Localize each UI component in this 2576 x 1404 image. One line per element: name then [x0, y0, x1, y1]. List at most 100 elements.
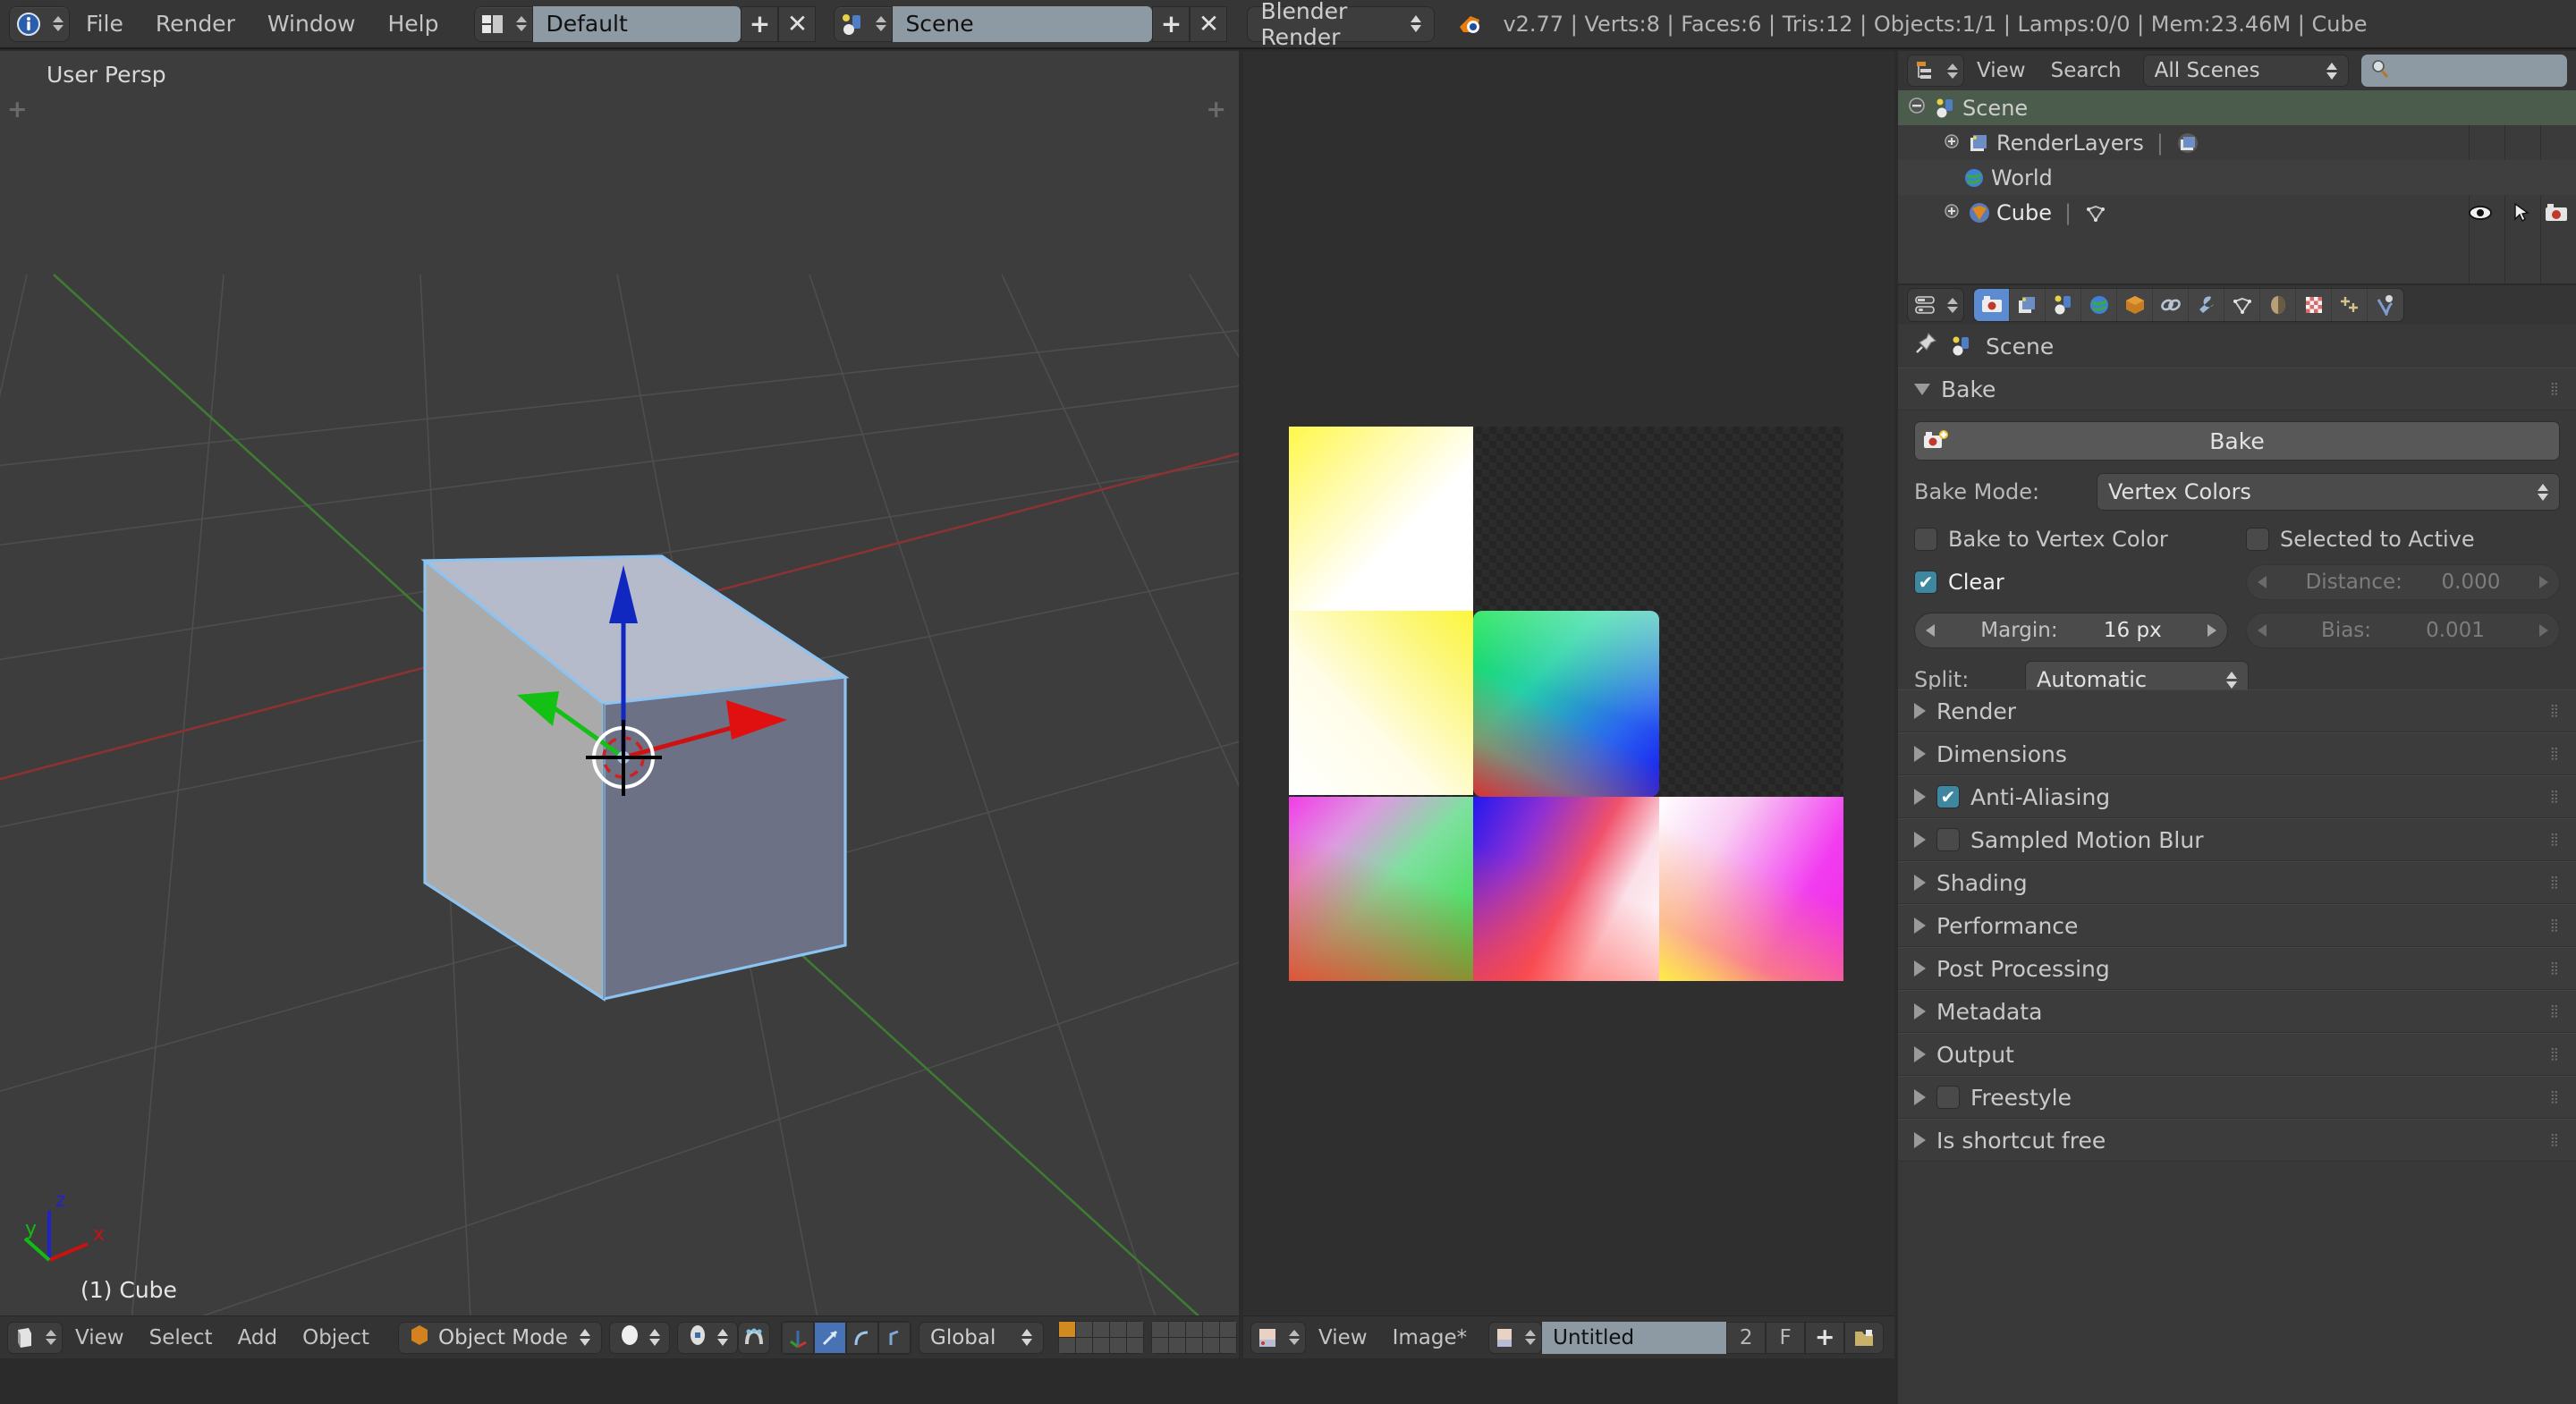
- bias-slider[interactable]: Bias: 0.001: [2246, 613, 2560, 648]
- image-menu-image[interactable]: Image*: [1380, 1326, 1480, 1349]
- search-input[interactable]: [2361, 55, 2567, 87]
- manipulator-rotate-icon[interactable]: [814, 1322, 846, 1354]
- editor-type-3dview-spinner[interactable]: [40, 1322, 62, 1354]
- layer-16[interactable]: [1152, 1338, 1168, 1353]
- margin-slider[interactable]: Margin: 16 px: [1914, 613, 2228, 648]
- panel-sampled-motion-blur[interactable]: Sampled Motion Blur ⣿: [1898, 818, 2576, 861]
- object-tab[interactable]: [2117, 288, 2153, 322]
- pivot-point-selector[interactable]: [677, 1322, 738, 1354]
- scene-selector[interactable]: [834, 6, 893, 42]
- outliner-row-world[interactable]: World: [1898, 160, 2576, 195]
- panel-post-processing[interactable]: Post Processing ⣿: [1898, 947, 2576, 990]
- scene-layers-widget[interactable]: [1058, 1321, 1237, 1354]
- layer-11[interactable]: [1059, 1338, 1075, 1353]
- renderlayers-data-icon[interactable]: [2176, 132, 2199, 154]
- panel-anti-aliasing[interactable]: Anti-Aliasing ⣿: [1898, 775, 2576, 818]
- texture-tab[interactable]: [2296, 288, 2332, 322]
- menu-file[interactable]: File: [70, 6, 140, 42]
- manipulator-extra-icon[interactable]: [878, 1322, 911, 1354]
- screen-layout-selector[interactable]: [474, 6, 533, 42]
- layer-12[interactable]: [1076, 1338, 1092, 1353]
- margin-increment-arrow[interactable]: [2207, 624, 2216, 637]
- distance-increment-arrow[interactable]: [2539, 576, 2548, 588]
- outliner-row-scene[interactable]: Scene: [1898, 90, 2576, 125]
- layer-5[interactable]: [1127, 1322, 1143, 1337]
- outliner-editor[interactable]: View Search All Scenes: [1898, 51, 2576, 283]
- editor-type-properties-spinner[interactable]: [1942, 288, 1963, 322]
- layer-7[interactable]: [1169, 1322, 1185, 1337]
- mesh-data-icon[interactable]: [2084, 202, 2107, 224]
- outliner-menu-view[interactable]: View: [1964, 59, 2038, 82]
- viewport-shading-selector[interactable]: [609, 1322, 670, 1354]
- scene-name-field[interactable]: Scene: [893, 6, 1152, 42]
- bake-panel-header[interactable]: Bake ⣿: [1898, 368, 2576, 410]
- world-tab[interactable]: [2081, 288, 2117, 322]
- bias-decrement-arrow[interactable]: [2258, 624, 2267, 637]
- bake-button[interactable]: Bake: [1914, 421, 2560, 461]
- layer-18[interactable]: [1186, 1338, 1202, 1353]
- viewport-3d[interactable]: User Persp + + z x y (1) Cube V: [0, 51, 1239, 1358]
- constraints-tab[interactable]: [2153, 288, 2189, 322]
- interaction-mode-selector[interactable]: Object Mode: [398, 1322, 602, 1354]
- properties-editor[interactable]: Scene Bake ⣿ Bake Bake Mode: Ve: [1898, 285, 2576, 1404]
- open-file-icon[interactable]: [1844, 1322, 1884, 1354]
- toolshelf-expand-left-icon[interactable]: +: [7, 96, 28, 123]
- panel-performance[interactable]: Performance ⣿: [1898, 904, 2576, 947]
- uv-image-editor[interactable]: View Image* Untitled 2 F +: [1243, 51, 1894, 1358]
- view3d-menu-add[interactable]: Add: [225, 1326, 291, 1349]
- bake-to-vertex-color-row[interactable]: Bake to Vertex Color: [1914, 527, 2228, 552]
- manipulator-translate-icon[interactable]: [782, 1322, 814, 1354]
- scene-spinner[interactable]: [870, 6, 892, 42]
- outliner-display-mode[interactable]: All Scenes: [2143, 55, 2349, 87]
- panel-is-shortcut-free[interactable]: Is shortcut free ⣿: [1898, 1119, 2576, 1162]
- scene-tab[interactable]: [2046, 288, 2081, 322]
- material-tab[interactable]: [2260, 288, 2296, 322]
- layer-17[interactable]: [1169, 1338, 1185, 1353]
- menu-help[interactable]: Help: [371, 6, 454, 42]
- panel-output[interactable]: Output ⣿: [1898, 1033, 2576, 1076]
- anti-aliasing-checkbox[interactable]: [1936, 785, 1960, 808]
- selected-to-active-row[interactable]: Selected to Active: [2246, 527, 2560, 552]
- layer-14[interactable]: [1110, 1338, 1126, 1353]
- add-screen-layout-button[interactable]: +: [741, 6, 778, 42]
- view3d-menu-select[interactable]: Select: [137, 1326, 225, 1349]
- outliner-row-cube[interactable]: Cube |: [1898, 195, 2576, 230]
- layer-6[interactable]: [1152, 1322, 1168, 1337]
- editor-type-selector-image[interactable]: [1250, 1322, 1306, 1354]
- layer-10[interactable]: [1220, 1322, 1236, 1337]
- cursor-arrow-icon[interactable]: [2512, 202, 2531, 224]
- bias-increment-arrow[interactable]: [2539, 624, 2548, 637]
- bake-mode-dropdown[interactable]: Vertex Colors: [2097, 473, 2560, 511]
- clear-row[interactable]: Clear: [1914, 564, 2228, 600]
- screen-layout-name[interactable]: Default: [533, 6, 741, 42]
- particles-tab[interactable]: [2332, 288, 2368, 322]
- image-menu-view[interactable]: View: [1306, 1326, 1380, 1349]
- image-users-count[interactable]: 2: [1726, 1322, 1766, 1354]
- sampled-motion-blur-checkbox[interactable]: [1936, 828, 1960, 851]
- layer-15[interactable]: [1127, 1338, 1143, 1353]
- editor-type-selector-3dview[interactable]: [7, 1322, 63, 1354]
- editor-type-selector-info[interactable]: [9, 6, 70, 42]
- layer-13[interactable]: [1093, 1338, 1109, 1353]
- layer-3[interactable]: [1093, 1322, 1109, 1337]
- render-engine-selector[interactable]: Blender Render: [1247, 6, 1435, 42]
- eye-icon[interactable]: [2467, 203, 2494, 223]
- image-browse-selector[interactable]: [1488, 1322, 1542, 1354]
- editor-type-selector-outliner[interactable]: [1907, 55, 1964, 87]
- view3d-menu-object[interactable]: Object: [290, 1326, 382, 1349]
- panel-metadata[interactable]: Metadata ⣿: [1898, 990, 2576, 1033]
- view3d-menu-view[interactable]: View: [63, 1326, 137, 1349]
- outliner-row-renderlayers[interactable]: RenderLayers |: [1898, 125, 2576, 160]
- distance-decrement-arrow[interactable]: [2258, 576, 2267, 588]
- screen-layout-spinner[interactable]: [511, 6, 532, 42]
- expander-plus-icon-cube[interactable]: [1943, 200, 1961, 225]
- expander-minus-icon[interactable]: [1907, 96, 1927, 121]
- manipulator-scale-icon[interactable]: [846, 1322, 878, 1354]
- menu-render[interactable]: Render: [140, 6, 251, 42]
- layer-20[interactable]: [1220, 1338, 1236, 1353]
- layer-9[interactable]: [1203, 1322, 1219, 1337]
- render-tab[interactable]: [1974, 288, 2010, 322]
- properties-tab-strip[interactable]: [1973, 288, 2404, 322]
- image-canvas[interactable]: [1289, 427, 1843, 981]
- panel-freestyle[interactable]: Freestyle ⣿: [1898, 1076, 2576, 1119]
